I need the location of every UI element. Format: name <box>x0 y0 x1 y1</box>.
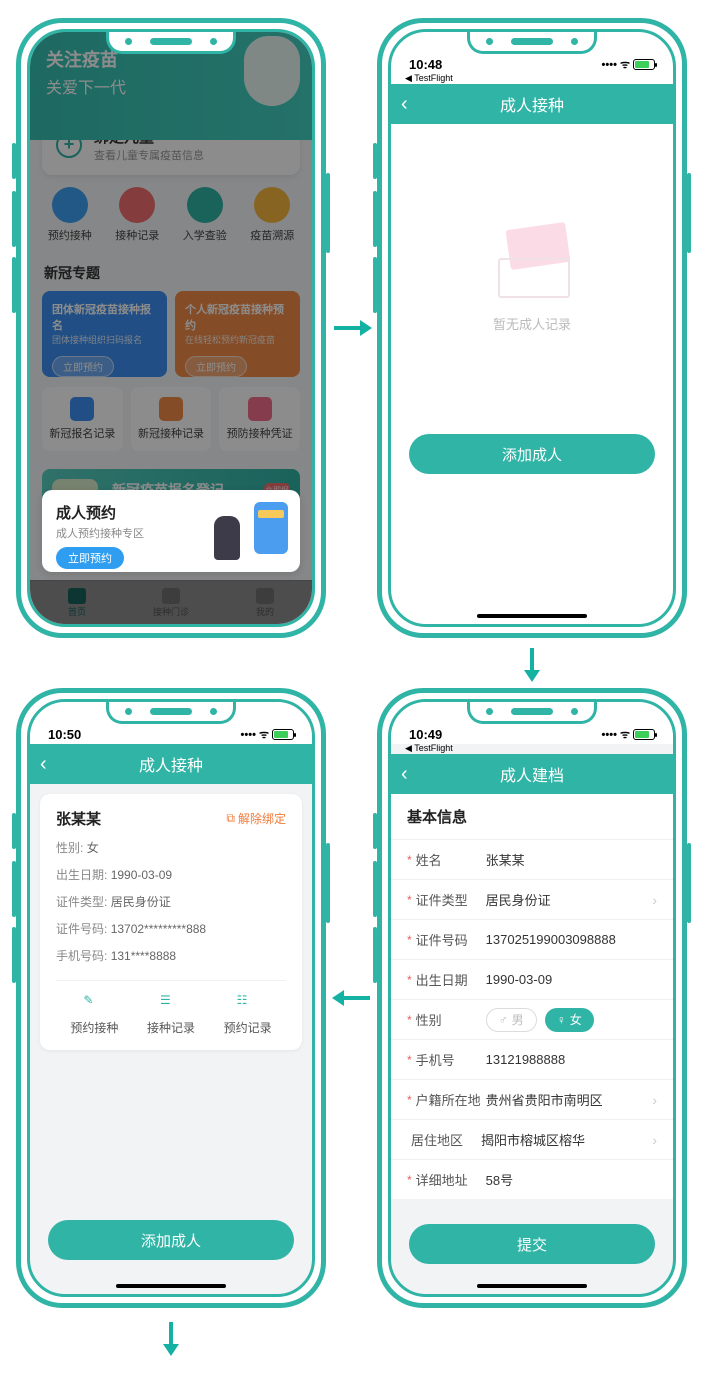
required-dot: * <box>407 1093 412 1107</box>
submit-button[interactable]: 提交 <box>409 1224 655 1264</box>
action-records[interactable]: ☰接种记录 <box>133 993 210 1036</box>
form-row[interactable]: * 证件号码137025199003098888 <box>391 919 673 959</box>
required-dot: * <box>407 1053 412 1067</box>
back-icon[interactable]: ‹ <box>401 764 408 784</box>
screen-adult-create: 10:49 •••• ᯤ ◀ TestFlight ‹ 成人建档 基本信息 *姓… <box>377 688 687 1308</box>
syringe-icon: ✎ <box>83 993 105 1015</box>
action-appt-records[interactable]: ☷预约记录 <box>209 993 286 1036</box>
field-value[interactable]: 张某某 <box>486 850 657 869</box>
adult-illustration <box>204 498 288 560</box>
home-indicator[interactable] <box>116 1284 226 1288</box>
adult-appointment-card[interactable]: 成人预约 成人预约接种专区 立即预约 <box>42 490 300 572</box>
action-appointment[interactable]: ✎预约接种 <box>56 993 133 1036</box>
field-value[interactable]: 1990-03-09 <box>486 972 657 987</box>
field-label: 居住地区 <box>411 1130 481 1149</box>
link-icon: ⧉ <box>226 811 235 826</box>
clock: 10:48 <box>409 57 442 72</box>
chevron-right-icon: › <box>652 1092 657 1108</box>
field-value[interactable]: ♂ 男 ♀ 女 <box>486 1008 657 1032</box>
detail-row: 证件类型: 居民身份证 <box>56 893 286 910</box>
home-indicator[interactable] <box>477 1284 587 1288</box>
form-row[interactable]: * 手机号13121988888 <box>391 1039 673 1079</box>
field-value[interactable]: 13121988888 <box>486 1052 657 1067</box>
detail-row: 性别: 女 <box>56 839 286 856</box>
detail-row: 出生日期: 1990-03-09 <box>56 866 286 883</box>
field-value[interactable]: 居民身份证 <box>486 890 653 909</box>
field-value[interactable]: 揭阳市榕城区榕华 <box>481 1130 652 1149</box>
form-row[interactable]: * 证件类型居民身份证› <box>391 879 673 919</box>
page-title: 成人建档 <box>500 762 564 786</box>
testflight-back[interactable]: ◀ TestFlight <box>405 73 453 84</box>
unbind-button[interactable]: ⧉ 解除绑定 <box>226 810 286 827</box>
form-row[interactable]: 居住地区揭阳市榕城区榕华› <box>391 1119 673 1159</box>
male-icon: ♂ <box>499 1013 508 1027</box>
gender-female[interactable]: ♀ 女 <box>545 1008 594 1032</box>
list-icon: ☰ <box>160 993 182 1015</box>
empty-text: 暂无成人记录 <box>391 314 673 333</box>
form-row[interactable]: * 出生日期1990-03-09 <box>391 959 673 999</box>
form-row[interactable]: * 姓名张某某 <box>391 839 673 879</box>
field-label: 姓名 <box>416 850 486 869</box>
gender-male[interactable]: ♂ 男 <box>486 1008 537 1032</box>
form-row[interactable]: * 户籍所在地贵州省贵阳市南明区› <box>391 1079 673 1119</box>
arrow-down-icon <box>161 1320 181 1356</box>
arrow-right-icon <box>332 318 372 338</box>
required-dot: * <box>407 1173 412 1187</box>
app-bar: ‹ 成人接种 <box>30 744 312 784</box>
detail-row: 手机号码: 131****8888 <box>56 947 286 964</box>
field-value[interactable]: 137025199003098888 <box>486 932 657 947</box>
person-card: 张某某 ⧉ 解除绑定 性别: 女出生日期: 1990-03-09 证件类型: 居民… <box>40 794 302 1050</box>
adult-apply-button[interactable]: 立即预约 <box>56 547 124 569</box>
required-dot: * <box>407 853 412 867</box>
field-label: 出生日期 <box>416 970 486 989</box>
required-dot: * <box>407 933 412 947</box>
field-value[interactable]: 贵州省贵阳市南明区 <box>486 1090 653 1109</box>
app-bar: ‹ 成人建档 <box>391 754 673 794</box>
form-row[interactable]: * 详细地址58号 <box>391 1159 673 1199</box>
person-name: 张某某 <box>56 808 101 829</box>
clock: 10:49 <box>409 727 442 742</box>
detail-row: 证件号码: 13702*********888 <box>56 920 286 937</box>
required-dot: * <box>407 893 412 907</box>
section-basic-info: 基本信息 <box>391 794 673 839</box>
field-label: 证件类型 <box>416 890 486 909</box>
field-label: 户籍所在地 <box>416 1090 486 1109</box>
field-label: 性别 <box>416 1010 486 1029</box>
testflight-back[interactable]: ◀ TestFlight <box>405 743 453 754</box>
field-value[interactable]: 58号 <box>486 1170 657 1189</box>
field-label: 证件号码 <box>416 930 486 949</box>
screen-home: 关注疫苗 关爱下一代 + 绑定儿童 查看儿童专属疫苗信息 预约接种 接种记录 入… <box>16 18 326 638</box>
form-row[interactable]: * 性别♂ 男 ♀ 女 <box>391 999 673 1039</box>
back-icon[interactable]: ‹ <box>40 754 47 774</box>
required-dot: * <box>407 973 412 987</box>
page-title: 成人接种 <box>139 752 203 776</box>
add-adult-button[interactable]: 添加成人 <box>409 434 655 474</box>
screen-adult-list-empty: 10:48 •••• ᯤ ◀ TestFlight ‹ 成人接种 暂无成人记录 … <box>377 18 687 638</box>
arrow-left-icon <box>332 988 372 1008</box>
home-indicator[interactable] <box>477 614 587 618</box>
screen-adult-detail: 10:50 •••• ᯤ ‹ 成人接种 张某某 ⧉ 解除绑定 <box>16 688 326 1308</box>
clock: 10:50 <box>48 727 81 742</box>
page-title: 成人接种 <box>500 92 564 116</box>
arrow-down-icon <box>522 646 542 682</box>
required-dot: * <box>407 1013 412 1027</box>
field-label: 详细地址 <box>416 1170 486 1189</box>
add-adult-button[interactable]: 添加成人 <box>48 1220 294 1260</box>
field-label: 手机号 <box>416 1050 486 1069</box>
empty-illustration <box>472 214 592 304</box>
chevron-right-icon: › <box>652 892 657 908</box>
back-icon[interactable]: ‹ <box>401 94 408 114</box>
calendar-icon: ☷ <box>237 993 259 1015</box>
female-icon: ♀ <box>557 1013 566 1027</box>
chevron-right-icon: › <box>652 1132 657 1148</box>
